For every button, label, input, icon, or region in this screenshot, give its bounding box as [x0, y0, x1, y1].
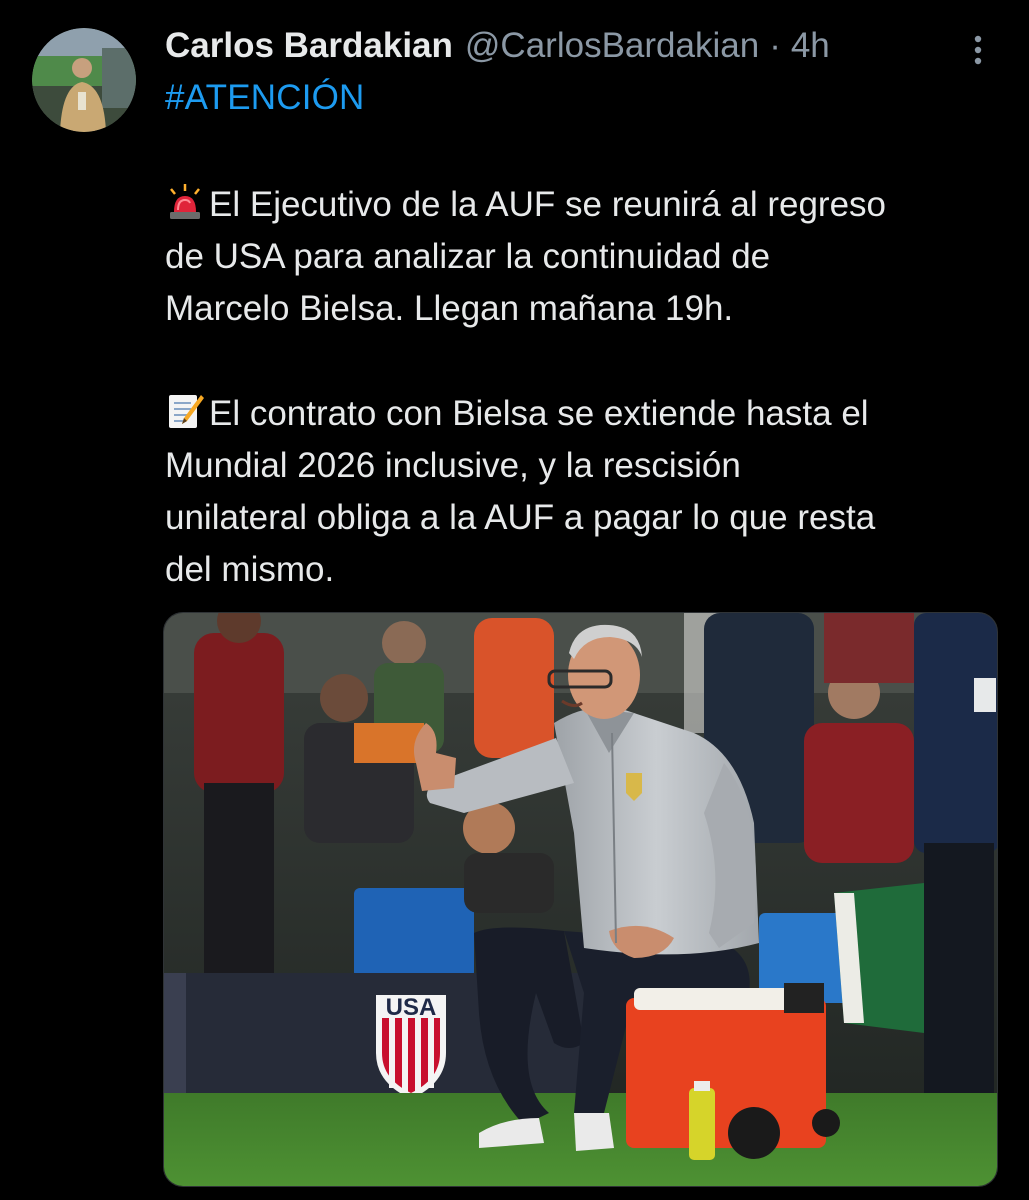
- text-line: de USA para analizar la continuidad de: [165, 237, 771, 276]
- text-line: del mismo.: [165, 550, 335, 589]
- text-line: unilateral obliga a la AUF a pagar lo qu…: [165, 498, 876, 537]
- tweet-paragraph: El contrato con Bielsa se extiende hasta…: [165, 388, 985, 596]
- tweet-header: Carlos Bardakian @CarlosBardakian · 4h: [165, 22, 830, 70]
- tweet-paragraph: El Ejecutivo de la AUF se reunirá al reg…: [165, 179, 985, 335]
- more-vertical-icon: [974, 35, 982, 65]
- usa-crest-text: USA: [386, 994, 437, 1021]
- profile-photo: [32, 28, 136, 132]
- hashtag-link[interactable]: #ATENCIÓN: [165, 78, 365, 118]
- tweet-timestamp[interactable]: 4h: [791, 26, 830, 66]
- author-avatar[interactable]: [32, 28, 136, 132]
- tweet: Carlos Bardakian @CarlosBardakian · 4h #…: [0, 0, 1029, 1200]
- header-separator: ·: [769, 26, 781, 65]
- text-line: Marcelo Bielsa. Llegan mañana 19h.: [165, 289, 734, 328]
- author-handle[interactable]: @CarlosBardakian: [465, 26, 759, 66]
- memo-emoji: [169, 395, 204, 428]
- tweet-photo[interactable]: USA: [163, 612, 998, 1187]
- more-options-button[interactable]: [958, 30, 998, 70]
- text-line: Mundial 2026 inclusive, y la rescisión: [165, 446, 741, 485]
- text-line: El Ejecutivo de la AUF se reunirá al reg…: [165, 179, 985, 231]
- author-display-name[interactable]: Carlos Bardakian: [165, 26, 453, 66]
- police-light-emoji: [170, 184, 200, 219]
- photo-coach-on-cooler: USA: [164, 613, 997, 1186]
- text-line: El contrato con Bielsa se extiende hasta…: [165, 388, 985, 440]
